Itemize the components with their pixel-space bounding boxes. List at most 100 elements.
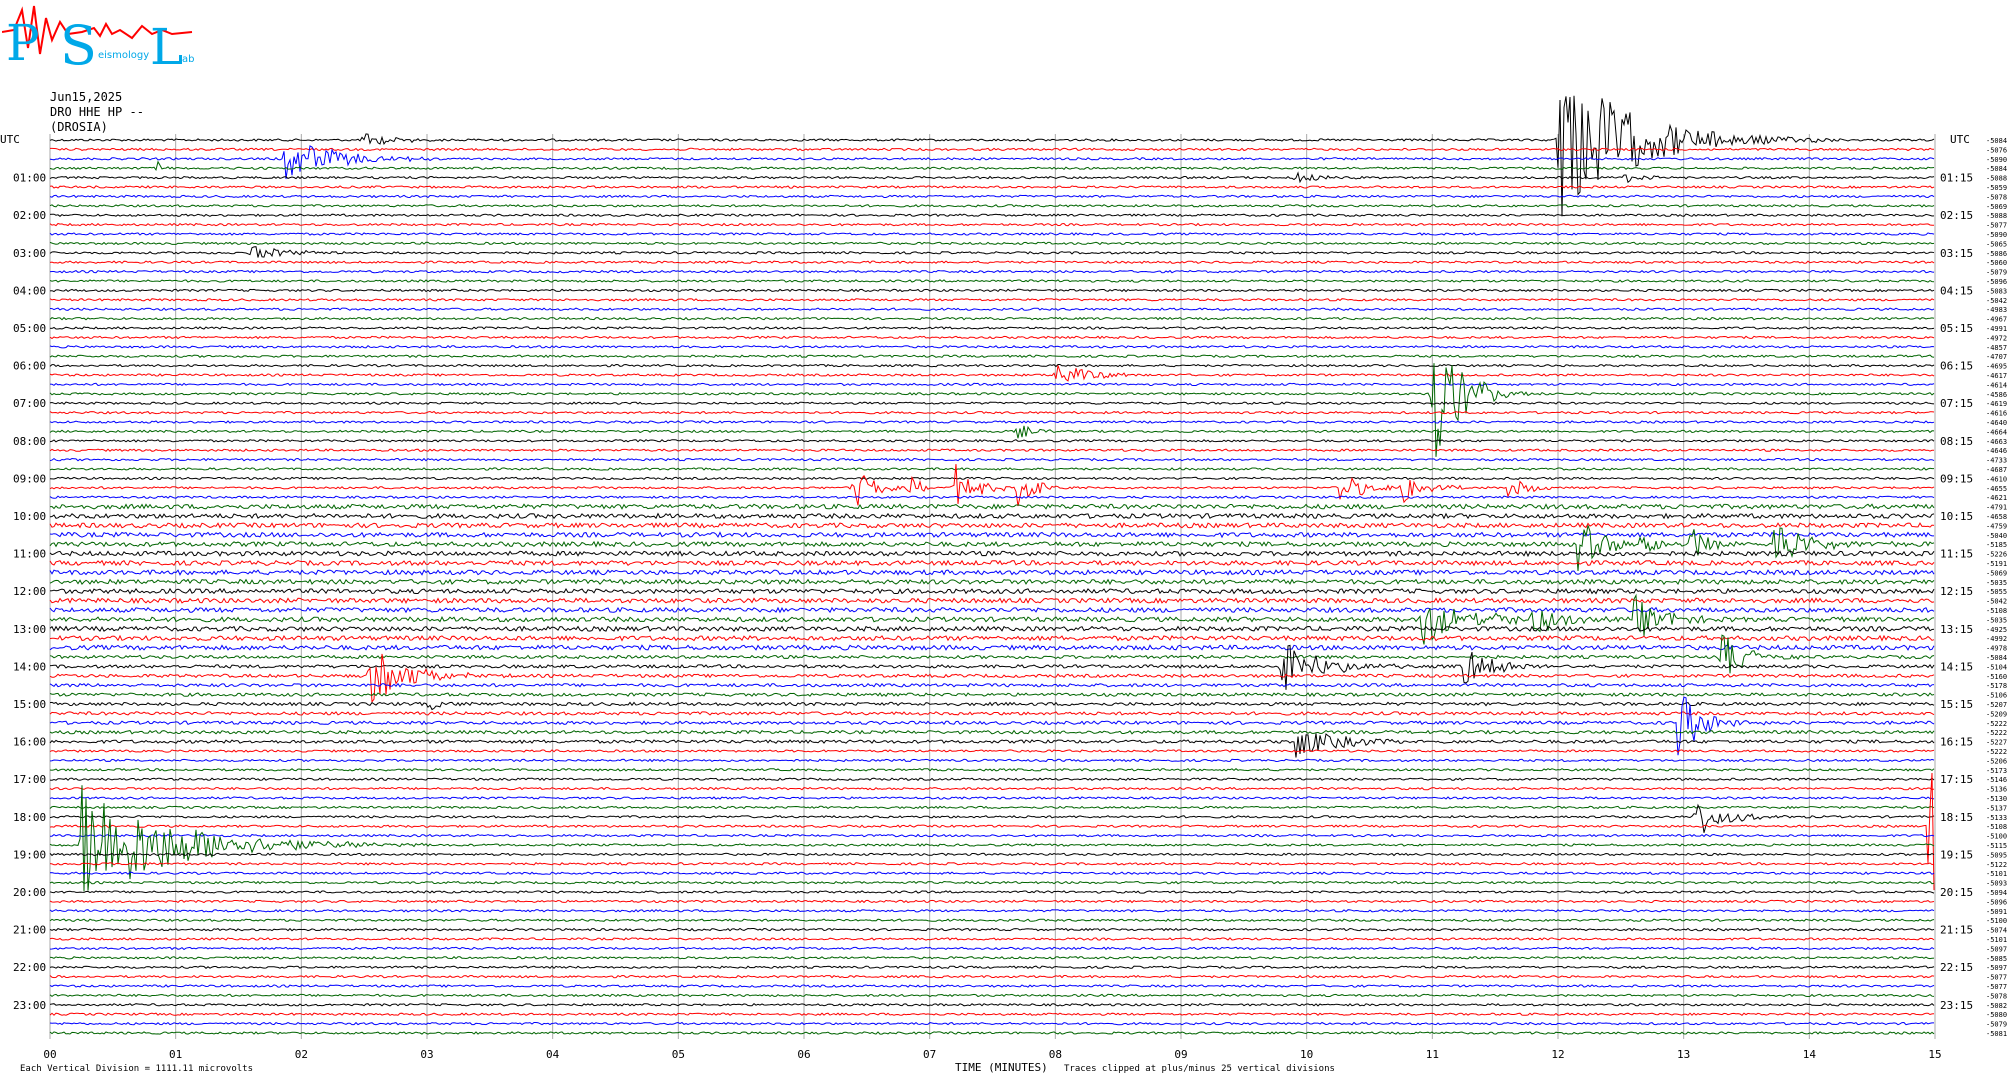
left-hour-label: 08:00 bbox=[13, 435, 46, 448]
trace-line bbox=[49, 365, 1935, 382]
trace-line bbox=[49, 701, 1935, 711]
trace-line bbox=[49, 95, 1935, 217]
trace-line bbox=[49, 772, 1935, 891]
trace-offset-label: -5222 bbox=[1986, 720, 2007, 728]
trace-offset-label: -5082 bbox=[1986, 1002, 2007, 1010]
trace-offset-label: -5090 bbox=[1986, 156, 2007, 164]
trace-offset-label: -5108 bbox=[1986, 823, 2007, 831]
right-hour-label: 18:15 bbox=[1940, 811, 1973, 824]
trace-line bbox=[49, 185, 1935, 189]
right-hour-label: 11:15 bbox=[1940, 548, 1973, 561]
trace-line bbox=[49, 796, 1935, 800]
trace-line bbox=[49, 644, 1935, 651]
trace-offset-label: -5084 bbox=[1986, 654, 2007, 662]
trace-line bbox=[49, 597, 1935, 605]
trace-line bbox=[49, 316, 1935, 321]
trace-line bbox=[49, 692, 1935, 698]
trace-offset-label: -5191 bbox=[1986, 560, 2007, 568]
trace-line bbox=[49, 578, 1935, 586]
trace-offset-label: -5101 bbox=[1986, 870, 2007, 878]
trace-offset-label: -5222 bbox=[1986, 748, 2007, 756]
x-tick-label: 10 bbox=[1300, 1048, 1313, 1061]
trace-line bbox=[49, 625, 1935, 633]
trace-offset-label: -4695 bbox=[1986, 363, 2007, 371]
trace-line bbox=[49, 512, 1935, 520]
trace-line bbox=[49, 634, 1935, 642]
right-hour-label: 03:15 bbox=[1940, 247, 1973, 260]
trace-offset-label: -5173 bbox=[1986, 767, 2007, 775]
trace-offset-label: -4972 bbox=[1986, 334, 2007, 342]
left-hour-label: 03:00 bbox=[13, 247, 46, 260]
trace-offset-label: -5097 bbox=[1986, 945, 2007, 953]
trace-offset-label: -5065 bbox=[1986, 240, 2007, 248]
x-tick-label: 04 bbox=[546, 1048, 560, 1061]
left-hour-label: 17:00 bbox=[13, 773, 46, 786]
trace-offset-label: -5146 bbox=[1986, 776, 2007, 784]
left-hour-label: 19:00 bbox=[13, 848, 46, 861]
right-hour-label: 09:15 bbox=[1940, 472, 1973, 485]
left-hour-label: 01:00 bbox=[13, 172, 46, 185]
trace-line bbox=[49, 326, 1935, 330]
x-tick-label: 13 bbox=[1677, 1048, 1690, 1061]
trace-offset-label: -4617 bbox=[1986, 372, 2007, 380]
left-hour-label: 20:00 bbox=[13, 886, 46, 899]
trace-line bbox=[49, 279, 1935, 283]
trace-offset-label: -4733 bbox=[1986, 457, 2007, 465]
right-hour-label: 01:15 bbox=[1940, 172, 1973, 185]
x-tick-label: 06 bbox=[797, 1048, 810, 1061]
trace-offset-label: -5035 bbox=[1986, 579, 2007, 587]
right-hour-label: 14:15 bbox=[1940, 660, 1973, 673]
trace-line bbox=[49, 522, 1935, 529]
helicorder-chart: 00 01 02 03 04 05 06 07 08 09 10 11 12 13 14 15-5084-50… bbox=[0, 95, 2007, 1074]
trace-line bbox=[49, 335, 1935, 340]
trace-line bbox=[49, 758, 1935, 763]
left-hour-label: 02:00 bbox=[13, 209, 46, 222]
trace-line bbox=[49, 871, 1935, 876]
trace-line bbox=[49, 525, 1935, 571]
trace-offset-label: -4616 bbox=[1986, 410, 2007, 418]
trace-line bbox=[49, 909, 1935, 913]
trace-offset-label: -4658 bbox=[1986, 513, 2007, 521]
left-hour-label: 04:00 bbox=[13, 284, 46, 297]
trace-line bbox=[49, 213, 1935, 217]
trace-line bbox=[49, 232, 1935, 236]
trace-line bbox=[49, 777, 1935, 782]
x-tick-label: 01 bbox=[169, 1048, 182, 1061]
trace-line bbox=[49, 767, 1935, 772]
trace-offset-label: -5226 bbox=[1986, 551, 2007, 559]
trace-line bbox=[49, 363, 1935, 457]
trace-line bbox=[49, 803, 1935, 833]
trace-line bbox=[49, 927, 1935, 932]
trace-offset-label: -5115 bbox=[1986, 842, 2007, 850]
trace-offset-label: -5106 bbox=[1986, 692, 2007, 700]
trace-offset-label: -5096 bbox=[1986, 898, 2007, 906]
trace-line bbox=[49, 785, 1935, 892]
trace-line bbox=[49, 852, 1935, 857]
trace-offset-label: -4978 bbox=[1986, 645, 2007, 653]
trace-line bbox=[49, 1003, 1935, 1007]
left-hour-label: 14:00 bbox=[13, 660, 46, 673]
x-tick-label: 12 bbox=[1551, 1048, 1564, 1061]
left-hour-label: 07:00 bbox=[13, 397, 46, 410]
trace-offset-label: -5084 bbox=[1986, 165, 2007, 173]
trace-line bbox=[49, 880, 1935, 885]
left-hour-label: 11:00 bbox=[13, 548, 46, 561]
trace-offset-label: -4791 bbox=[1986, 504, 2007, 512]
trace-offset-label: -4967 bbox=[1986, 316, 2007, 324]
trace-offset-label: -5076 bbox=[1986, 146, 2007, 154]
trace-offset-label: -5055 bbox=[1986, 588, 2007, 596]
trace-line bbox=[49, 269, 1935, 274]
right-hour-label: 23:15 bbox=[1940, 999, 1973, 1012]
trace-offset-label: -5108 bbox=[1986, 607, 2007, 615]
trace-offset-label: -4983 bbox=[1986, 306, 2007, 314]
trace-offset-label: -5042 bbox=[1986, 598, 2007, 606]
trace-line bbox=[49, 937, 1935, 941]
trace-offset-label: -5185 bbox=[1986, 541, 2007, 549]
right-hour-label: 04:15 bbox=[1940, 284, 1973, 297]
right-hour-label: 15:15 bbox=[1940, 698, 1973, 711]
trace-offset-label: -5077 bbox=[1986, 222, 2007, 230]
trace-line bbox=[49, 160, 1935, 172]
trace-offset-label: -4707 bbox=[1986, 353, 2007, 361]
trace-offset-label: -4640 bbox=[1986, 419, 2007, 427]
trace-layer bbox=[49, 95, 1935, 1035]
